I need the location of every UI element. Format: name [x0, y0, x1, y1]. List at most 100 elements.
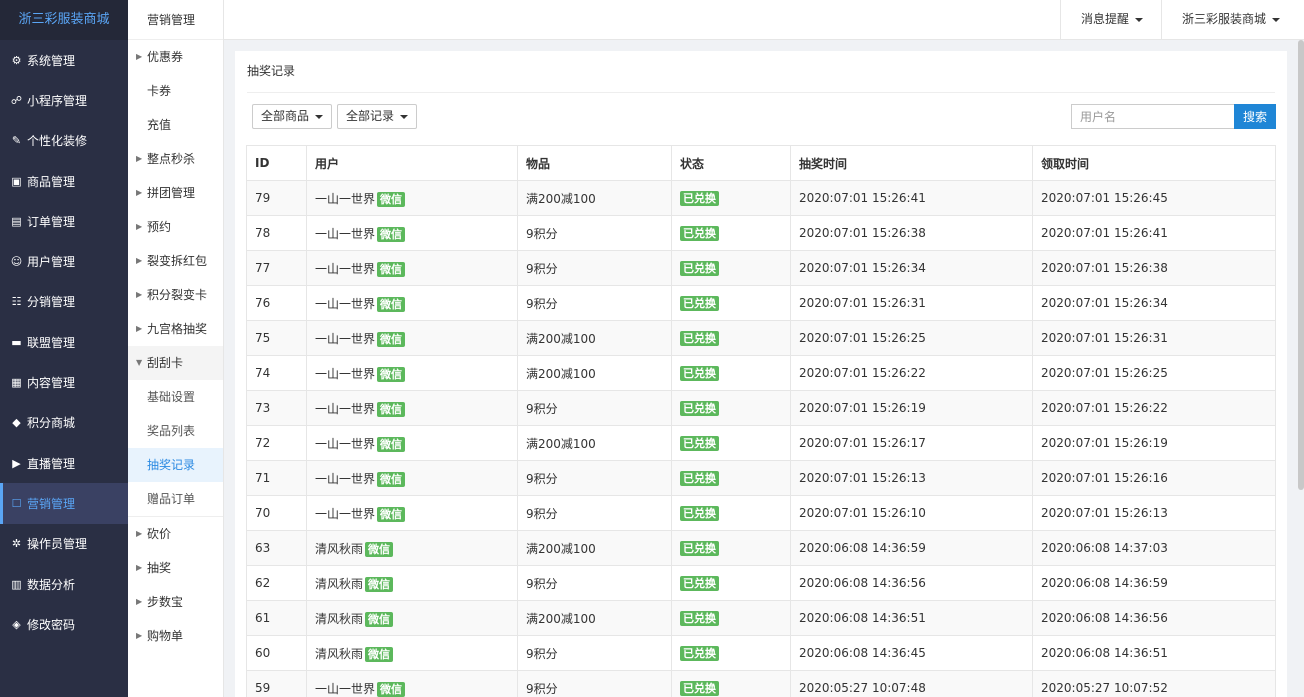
submenu-item-label: 预约 [147, 220, 172, 234]
submenu-item[interactable]: ▶ 砍价 [128, 517, 223, 551]
main-sidebar: 浙三彩服装商城 ⚙ 系统管理 ☍ 小程序管理 ✎ 个性化装修 ▣ 商品管理 ▤ 订单管理 ☺ 用户管理… [0, 0, 128, 697]
box-icon: ◆ [12, 416, 21, 430]
sidebar-item[interactable]: ✎ 个性化装修 [0, 121, 128, 161]
user-name: 一山一世界 [315, 401, 376, 416]
user-name: 清风秋雨 [315, 541, 364, 556]
cell-claim-time: 2020:07:01 15:26:16 [1032, 460, 1276, 496]
submenu-item-label: 购物单 [147, 629, 184, 643]
cell-id: 60 [246, 635, 307, 671]
sidebar-item-label: 操作员管理 [27, 537, 88, 552]
sidebar-item[interactable]: ▣ 商品管理 [0, 161, 128, 201]
submenu-item[interactable]: ▶ 步数宝 [128, 585, 223, 619]
submenu-child-item[interactable]: 抽奖记录 [128, 448, 223, 482]
submenu-item[interactable]: ▶ 裂变拆红包 [128, 244, 223, 278]
wechat-badge: 微信 [377, 681, 406, 697]
cell-id: 59 [246, 670, 307, 697]
notifications-dropdown[interactable]: 消息提醒 [1060, 0, 1163, 40]
submenu-item-label: 卡券 [147, 84, 172, 98]
submenu-item[interactable]: ▶ 购物单 [128, 619, 223, 653]
cell-id: 71 [246, 460, 307, 496]
sidebar-nav: ⚙ 系统管理 ☍ 小程序管理 ✎ 个性化装修 ▣ 商品管理 ▤ 订单管理 ☺ 用户管理 ☷ 分销管理 ▬ 联盟… [0, 40, 128, 644]
cell-draw-time: 2020:06:08 14:36:59 [790, 530, 1033, 566]
sidebar-item-label: 用户管理 [27, 255, 76, 270]
records-filter-dropdown[interactable]: 全部记录 [337, 104, 418, 129]
cell-draw-time: 2020:07:01 15:26:41 [790, 180, 1033, 216]
wechat-badge: 微信 [377, 226, 406, 242]
sidebar-item[interactable]: ▦ 内容管理 [0, 362, 128, 402]
submenu-item[interactable]: ▶ 预约 [128, 210, 223, 244]
sidebar-item[interactable]: ◈ 修改密码 [0, 604, 128, 644]
brand-logo[interactable]: 浙三彩服装商城 [0, 0, 128, 40]
search-button[interactable]: 搜索 [1234, 104, 1276, 129]
sidebar-item[interactable]: ☐ 营销管理 [0, 483, 128, 524]
cell-id: 78 [246, 215, 307, 251]
table-row: 71 一山一世界 微信 9积分 已兑换 2020:07:01 15:26:13 2020:0… [246, 460, 1276, 496]
table-row: 77 一山一世界 微信 9积分 已兑换 2020:07:01 15:26:34 2020:0… [246, 250, 1276, 286]
sidebar-item[interactable]: ▥ 数据分析 [0, 564, 128, 604]
wechat-badge: 微信 [365, 576, 394, 592]
username-search-input[interactable] [1071, 104, 1235, 129]
cell-item: 满200减100 [517, 355, 672, 391]
submenu-item[interactable]: ▶ 九宫格抽奖 [128, 312, 223, 346]
submenu-item[interactable]: ▶ 优惠券 [128, 40, 223, 74]
cell-claim-time: 2020:07:01 15:26:19 [1032, 425, 1276, 461]
cell-status: 已兑换 [671, 670, 791, 697]
submenu-child-item[interactable]: 赠品订单 [128, 482, 223, 516]
submenu-item[interactable]: ▶ 积分裂变卡 [128, 278, 223, 312]
user-name: 一山一世界 [315, 226, 376, 241]
status-badge: 已兑换 [680, 680, 719, 696]
cell-user: 清风秋雨 微信 [306, 530, 518, 566]
cell-item: 9积分 [517, 495, 672, 531]
sidebar-item-label: 内容管理 [27, 376, 76, 391]
caret-down-icon [400, 114, 409, 119]
sidebar-item[interactable]: ✲ 操作员管理 [0, 524, 128, 564]
submenu-item[interactable]: ▶ 抽奖 [128, 551, 223, 585]
sidebar-item[interactable]: ⚙ 系统管理 [0, 40, 128, 80]
wechat-badge: 微信 [377, 506, 406, 522]
submenu-item[interactable]: 充值 [128, 108, 223, 142]
header-status: 状态 [671, 145, 791, 181]
sidebar-item[interactable]: ▤ 订单管理 [0, 201, 128, 241]
cell-id: 77 [246, 250, 307, 286]
table-row: 75 一山一世界 微信 满200减100 已兑换 2020:07:01 15:26:25 2… [246, 320, 1276, 356]
submenu-child-item[interactable]: 基础设置 [128, 380, 223, 414]
goods-filter-dropdown[interactable]: 全部商品 [252, 104, 333, 129]
sidebar-item[interactable]: ☷ 分销管理 [0, 282, 128, 322]
sidebar-item[interactable]: ☺ 用户管理 [0, 241, 128, 281]
store-dropdown[interactable]: 浙三彩服装商城 [1161, 0, 1300, 40]
cell-draw-time: 2020:06:08 14:36:51 [790, 600, 1033, 636]
table-row: 79 一山一世界 微信 满200减100 已兑换 2020:07:01 15:26:41 2… [246, 180, 1276, 216]
sidebar-item[interactable]: ☍ 小程序管理 [0, 80, 128, 120]
sidebar-item[interactable]: ▬ 联盟管理 [0, 322, 128, 362]
submenu-item[interactable]: ▶ 拼团管理 [128, 176, 223, 210]
cell-claim-time: 2020:07:01 15:26:45 [1032, 180, 1276, 216]
submenu-item[interactable]: ▶ 整点秒杀 [128, 142, 223, 176]
wechat-badge: 微信 [377, 436, 406, 452]
submenu-item[interactable]: 卡券 [128, 74, 223, 108]
wechat-badge: 微信 [377, 401, 406, 417]
submenu-item-label: 步数宝 [147, 595, 184, 609]
cell-claim-time: 2020:06:08 14:36:51 [1032, 635, 1276, 671]
cell-item: 9积分 [517, 460, 672, 496]
sidebar-item-label: 数据分析 [27, 577, 76, 592]
caret-right-icon: ▶ [136, 222, 143, 231]
sidebar-item[interactable]: ◆ 积分商城 [0, 403, 128, 443]
gear-icon: ⚙ [11, 53, 22, 67]
top-header: 消息提醒 浙三彩服装商城 [224, 0, 1304, 40]
submenu-item-label: 抽奖 [147, 561, 172, 575]
marketing-icon: ☐ [11, 496, 22, 510]
table-row: 63 清风秋雨 微信 满200减100 已兑换 2020:06:08 14:36:59 20… [246, 530, 1276, 566]
header-item: 物品 [517, 145, 672, 181]
sidebar-item-label: 分销管理 [27, 295, 76, 310]
shield-icon: ◈ [12, 617, 21, 631]
page-scrollbar[interactable] [1298, 40, 1304, 490]
submenu-item[interactable]: ▼ 刮刮卡 [128, 346, 223, 380]
cell-id: 74 [246, 355, 307, 391]
submenu-item-label: 刮刮卡 [147, 356, 184, 370]
sidebar-item[interactable]: ▶ 直播管理 [0, 443, 128, 483]
cell-id: 79 [246, 180, 307, 216]
cell-draw-time: 2020:07:01 15:26:38 [790, 215, 1033, 251]
bag-icon: ▣ [11, 174, 22, 188]
submenu-child-item[interactable]: 奖品列表 [128, 414, 223, 448]
cell-draw-time: 2020:07:01 15:26:13 [790, 460, 1033, 496]
